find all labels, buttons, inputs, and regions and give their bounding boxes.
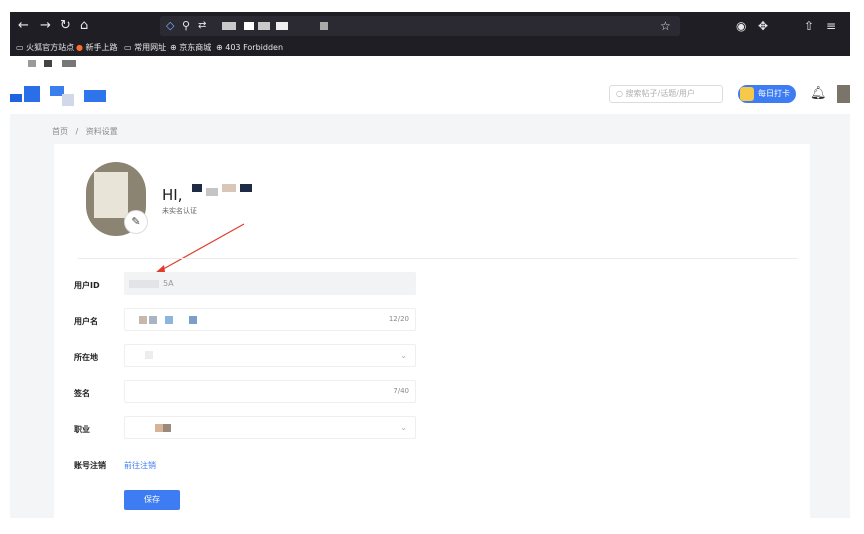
occupation-label: 职业: [74, 425, 90, 434]
share-icon[interactable]: ⇧: [804, 18, 814, 34]
signature-counter: 7/40: [393, 387, 409, 395]
search-input[interactable]: ○ 搜索帖子/话题/用户: [609, 85, 723, 103]
site-logo: [84, 90, 106, 102]
back-icon[interactable]: ←: [18, 18, 29, 34]
bookmark-label: 常用网址: [134, 43, 167, 52]
redacted-url: [222, 22, 236, 30]
redacted-block: [44, 60, 52, 67]
forward-icon[interactable]: →: [40, 18, 51, 34]
account-icon[interactable]: ◉: [736, 18, 746, 34]
bookmark-item[interactable]: ⊕ 京东商城: [170, 40, 211, 56]
firefox-icon: ●: [76, 43, 83, 52]
profile-card: ✎ HI, 未实名认证 用户ID 5A 用户名 12/20 所在地 ⌄ 签名 7…: [54, 144, 810, 518]
account-cancel-link[interactable]: 前往注销: [124, 460, 156, 471]
signature-input[interactable]: 7/40: [124, 380, 416, 403]
user-id-label: 用户ID: [74, 281, 100, 290]
breadcrumb-current: 资料设置: [85, 127, 118, 136]
calendar-icon: [740, 87, 754, 101]
menu-icon[interactable]: ≡: [826, 18, 836, 34]
site-header: ○ 搜索帖子/话题/用户 每日打卡 🔔︎: [10, 76, 850, 114]
username-label: 用户名: [74, 317, 98, 326]
checkin-label: 每日打卡: [758, 89, 790, 98]
breadcrumb-separator: /: [75, 127, 79, 136]
redacted-username-value: [165, 316, 173, 324]
bookmark-item[interactable]: ▭ 火狐官方站点: [16, 40, 74, 56]
site-logo[interactable]: [10, 94, 22, 102]
account-cancel-label: 账号注销: [74, 461, 106, 470]
annotation-arrow: [154, 223, 245, 274]
address-bar[interactable]: ◇ ⚲ ⇄ ☆: [160, 16, 680, 36]
chevron-down-icon: ⌄: [400, 423, 407, 432]
redacted-occupation-value: [163, 424, 171, 432]
search-icon: ○: [616, 89, 623, 98]
redacted-url: [244, 22, 254, 30]
browser-toolbar: ← → ↻ ⌂ ◇ ⚲ ⇄ ☆ ◉ ✥ ⇧ ≡: [10, 12, 850, 40]
bookmark-label: 京东商城: [179, 43, 212, 52]
redacted-occupation-value: [155, 424, 163, 432]
signature-label: 签名: [74, 389, 90, 398]
redacted-url: [276, 22, 288, 30]
search-placeholder: 搜索帖子/话题/用户: [625, 89, 695, 98]
lock-icon[interactable]: ⚲: [182, 18, 190, 34]
site-logo: [24, 86, 40, 102]
browser-chrome: ← → ↻ ⌂ ◇ ⚲ ⇄ ☆ ◉ ✥ ⇧ ≡ ▭ 火狐官方站点 ● 新手上路 …: [10, 12, 850, 56]
bookmark-item[interactable]: ● 新手上路: [76, 40, 118, 56]
extensions-icon[interactable]: ✥: [758, 18, 768, 34]
section-divider: [78, 258, 798, 259]
redacted-block: [62, 60, 76, 67]
redacted-location-value: [145, 351, 153, 359]
redacted-user-id: [129, 280, 159, 288]
bookmark-label: 火狐官方站点: [26, 43, 75, 52]
occupation-select[interactable]: ⌄: [124, 416, 416, 439]
redacted-username-value: [189, 316, 197, 324]
reload-icon[interactable]: ↻: [60, 18, 71, 34]
bookmark-star-icon[interactable]: ☆: [660, 18, 671, 34]
bookmark-label: 新手上路: [85, 43, 118, 52]
save-button[interactable]: 保存: [124, 490, 180, 510]
breadcrumb-home[interactable]: 首页: [52, 127, 68, 136]
main-content: 首页 / 资料设置 ✎ HI, 未实名认证 用户ID 5A 用户名 12/20 …: [10, 114, 850, 518]
redacted-url: [320, 22, 328, 30]
daily-checkin-button[interactable]: 每日打卡: [738, 85, 796, 103]
redacted-username-value: [139, 316, 147, 324]
breadcrumb: 首页 / 资料设置: [52, 126, 118, 137]
bell-icon[interactable]: 🔔︎: [810, 86, 827, 101]
redacted-tab-strip: [10, 56, 850, 74]
shield-icon[interactable]: ◇: [166, 18, 174, 34]
user-avatar[interactable]: [837, 85, 850, 103]
redacted-block: [28, 60, 36, 67]
location-label: 所在地: [74, 353, 98, 362]
chevron-down-icon: ⌄: [400, 351, 407, 360]
home-icon[interactable]: ⌂: [80, 18, 88, 34]
username-input[interactable]: 12/20: [124, 308, 416, 331]
site-logo: [62, 94, 74, 106]
username-counter: 12/20: [388, 315, 409, 323]
bookmarks-bar: ▭ 火狐官方站点 ● 新手上路 ▭ 常用网址 ⊕ 京东商城 ⊕ 403 Forb…: [10, 40, 850, 56]
redacted-username-value: [149, 316, 157, 324]
user-id-field: 5A: [124, 272, 416, 295]
bookmark-item[interactable]: ⊕ 403 Forbidden: [216, 40, 283, 56]
redacted-url: [258, 22, 270, 30]
location-select[interactable]: ⌄: [124, 344, 416, 367]
bookmark-item[interactable]: ▭ 常用网址: [124, 40, 166, 56]
permissions-icon[interactable]: ⇄: [198, 18, 206, 34]
user-id-value: 5A: [163, 279, 174, 288]
bookmark-label: 403 Forbidden: [225, 43, 284, 52]
